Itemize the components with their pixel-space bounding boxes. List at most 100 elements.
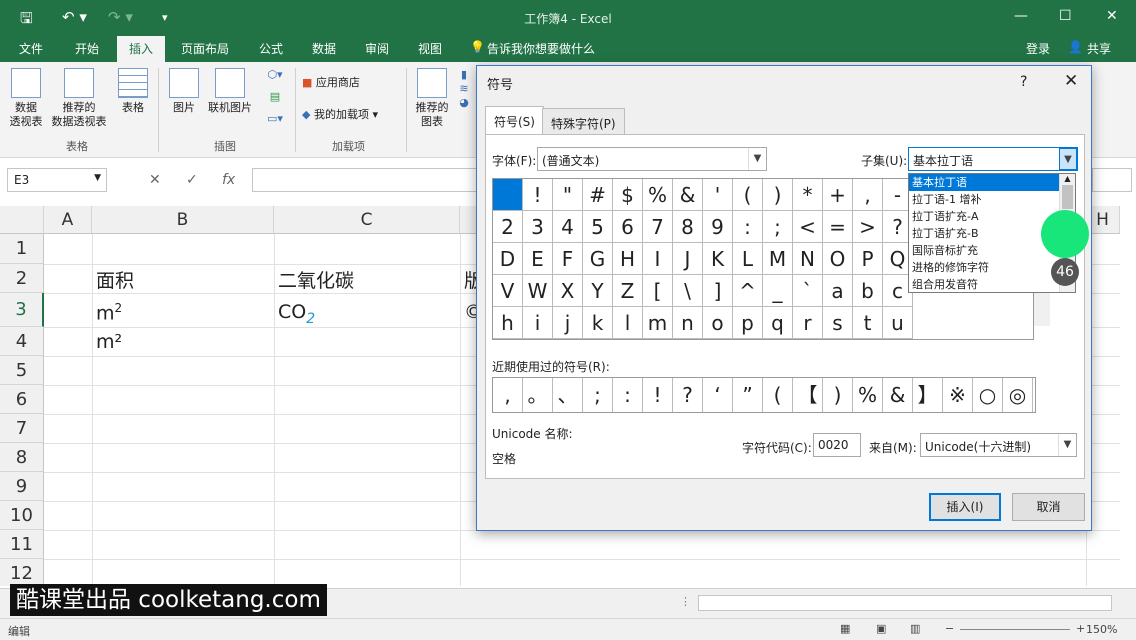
symbol-cell[interactable]: * <box>793 179 823 211</box>
symbol-cell[interactable]: W <box>523 275 553 307</box>
row-header-7[interactable]: 7 <box>0 414 44 443</box>
minimize-icon[interactable]: — <box>1014 8 1028 24</box>
symbol-cell[interactable]: > <box>853 211 883 243</box>
symbol-cell[interactable]: Z <box>613 275 643 307</box>
symbol-cell[interactable]: p <box>733 307 763 339</box>
symbol-cell[interactable]: I <box>643 243 673 275</box>
tab-view[interactable]: 视图 <box>418 40 442 57</box>
row-header-11[interactable]: 11 <box>0 530 44 559</box>
subset-option[interactable]: 拉丁语扩充-A <box>909 208 1059 225</box>
cancel-button[interactable]: 取消 <box>1012 493 1085 521</box>
symbol-cell[interactable]: M <box>763 243 793 275</box>
symbol-cell[interactable]: < <box>793 211 823 243</box>
name-box[interactable]: E3 ▼ <box>7 168 107 192</box>
subset-option[interactable]: 拉丁语-1 增补 <box>909 191 1059 208</box>
recent-symbol-cell[interactable]: ◎ <box>1003 378 1033 412</box>
close-window-icon[interactable]: ✕ <box>1106 8 1118 24</box>
recommended-pivot-button[interactable]: 推荐的 数据透视表 <box>48 68 110 129</box>
symbol-cell[interactable]: & <box>673 179 703 211</box>
recent-symbol-cell[interactable]: ? <box>673 378 703 412</box>
symbol-cell[interactable]: ` <box>793 275 823 307</box>
recent-symbol-cell[interactable]: , <box>493 378 523 412</box>
row-header-1[interactable]: 1 <box>0 234 44 264</box>
row-header-8[interactable]: 8 <box>0 443 44 472</box>
symbol-cell[interactable]: ! <box>523 179 553 211</box>
tab-review[interactable]: 审阅 <box>365 40 389 57</box>
confirm-formula-icon[interactable]: ✓ <box>186 172 198 188</box>
tab-special-characters[interactable]: 特殊字符(P) <box>542 108 625 134</box>
character-code-input[interactable]: 0020 <box>813 433 861 457</box>
recent-symbol-cell[interactable]: ! <box>643 378 673 412</box>
symbol-cell[interactable]: r <box>793 307 823 339</box>
zoom-level[interactable]: 150% <box>1086 623 1117 636</box>
shapes-button[interactable]: ⬡▾ <box>260 68 290 82</box>
help-icon[interactable]: ? <box>1020 74 1027 90</box>
symbol-cell[interactable]: [ <box>643 275 673 307</box>
symbol-cell[interactable]: 9 <box>703 211 733 243</box>
symbol-cell[interactable]: o <box>703 307 733 339</box>
tab-data[interactable]: 数据 <box>312 40 336 57</box>
recent-symbols-grid[interactable]: ,。、;:!? ‘”(【)% &】 ※ ○ ◎ <box>492 377 1036 413</box>
formula-input[interactable] <box>252 168 492 192</box>
font-select[interactable]: (普通文本) ▼ <box>537 147 767 171</box>
tab-home[interactable]: 开始 <box>75 40 99 57</box>
pivot-table-button[interactable]: 数据 透视表 <box>6 68 46 129</box>
symbol-cell[interactable]: a <box>823 275 853 307</box>
symbol-cell[interactable]: # <box>583 179 613 211</box>
tab-insert[interactable]: 插入 <box>117 36 166 62</box>
symbol-cell[interactable]: ' <box>703 179 733 211</box>
symbol-cell[interactable]: O <box>823 243 853 275</box>
cell-b4[interactable]: m² <box>96 331 122 353</box>
scroll-thumb[interactable] <box>1062 185 1073 209</box>
subset-option[interactable]: 进格的修饰字符 <box>909 259 1059 276</box>
recent-symbol-cell[interactable]: ※ <box>943 378 973 412</box>
horizontal-scrollbar[interactable] <box>698 595 1112 611</box>
insert-function-icon[interactable]: fx <box>222 172 235 188</box>
symbol-cell[interactable]: s <box>823 307 853 339</box>
symbol-cell[interactable]: l <box>613 307 643 339</box>
symbol-cell[interactable]: j <box>553 307 583 339</box>
symbol-cell[interactable]: m <box>643 307 673 339</box>
symbol-cell[interactable]: t <box>853 307 883 339</box>
symbol-cell[interactable]: N <box>793 243 823 275</box>
symbol-cell[interactable]: h <box>493 307 523 339</box>
select-all-corner[interactable] <box>0 206 44 234</box>
symbol-cell[interactable]: " <box>553 179 583 211</box>
symbol-cell[interactable]: : <box>733 211 763 243</box>
cell-b3[interactable]: m2 <box>96 301 122 324</box>
symbol-cell[interactable]: 8 <box>673 211 703 243</box>
symbol-cell[interactable]: ) <box>763 179 793 211</box>
symbol-cell[interactable]: ; <box>763 211 793 243</box>
recent-symbol-cell[interactable]: 【 <box>793 378 823 412</box>
insert-button[interactable]: 插入(I) <box>929 493 1001 521</box>
column-header-a[interactable]: A <box>44 206 92 234</box>
share-button[interactable]: 共享 <box>1087 40 1111 57</box>
tab-symbols[interactable]: 符号(S) <box>485 106 544 135</box>
zoom-slider[interactable] <box>960 629 1070 630</box>
subset-option[interactable]: 拉丁语扩充-B <box>909 225 1059 242</box>
symbol-cell[interactable]: % <box>643 179 673 211</box>
row-header-4[interactable]: 4 <box>0 327 44 356</box>
login-link[interactable]: 登录 <box>1026 40 1050 57</box>
symbol-cell[interactable]: n <box>673 307 703 339</box>
symbol-cell[interactable]: X <box>553 275 583 307</box>
symbol-cell[interactable]: P <box>853 243 883 275</box>
smartart-button[interactable]: ▤ <box>260 90 290 104</box>
recent-symbol-cell[interactable]: 、 <box>553 378 583 412</box>
symbol-cell[interactable]: 2 <box>493 211 523 243</box>
symbol-cell[interactable]: + <box>823 179 853 211</box>
zoom-out-icon[interactable]: − <box>945 622 954 635</box>
symbol-cell[interactable]: G <box>583 243 613 275</box>
tab-formulas[interactable]: 公式 <box>259 40 283 57</box>
store-button[interactable]: ■ 应用商店 <box>302 76 360 90</box>
recent-symbol-cell[interactable]: 。 <box>523 378 553 412</box>
subset-select[interactable]: 基本拉丁语 ▼ <box>908 147 1078 171</box>
picture-button[interactable]: 图片 <box>167 68 201 115</box>
page-break-view-icon[interactable]: ▥ <box>910 622 920 635</box>
recent-symbol-cell[interactable]: ○ <box>973 378 1003 412</box>
cancel-formula-icon[interactable]: ✕ <box>149 172 161 188</box>
screenshot-button[interactable]: ▭▾ <box>260 112 290 126</box>
subset-option[interactable]: 组合用发音符 <box>909 276 1059 293</box>
scroll-split-icon[interactable]: ⋮ <box>680 595 691 608</box>
maximize-icon[interactable]: ☐ <box>1059 8 1072 24</box>
